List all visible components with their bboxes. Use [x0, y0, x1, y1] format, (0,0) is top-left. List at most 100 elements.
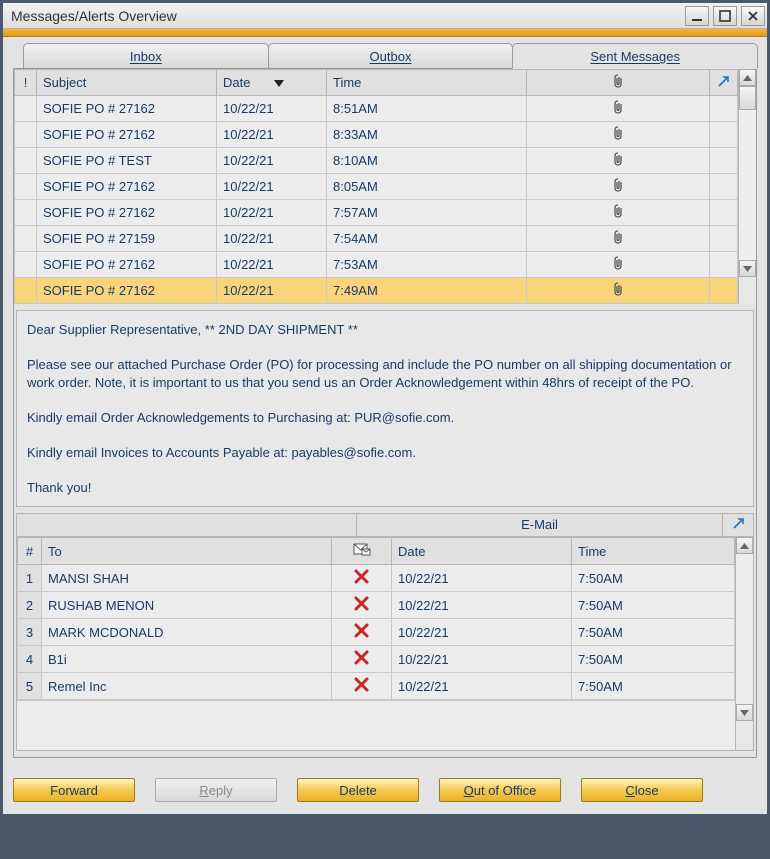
col-date[interactable]: Date [217, 70, 327, 96]
cell-pad [710, 174, 738, 200]
cell-date: 10/22/21 [392, 565, 572, 592]
cell-time: 7:50AM [572, 592, 735, 619]
cell-pad [710, 252, 738, 278]
rcol-time[interactable]: Time [572, 538, 735, 565]
attachment-icon [612, 256, 624, 270]
cell-attachment [527, 174, 710, 200]
tab-outbox-label: Outbox [370, 49, 412, 64]
error-x-icon [354, 650, 369, 668]
cell-priority [15, 200, 37, 226]
cell-time: 7:50AM [572, 673, 735, 700]
preview-line: Kindly email Order Acknowledgements to P… [27, 409, 743, 427]
attachment-icon [612, 204, 624, 218]
tab-inbox[interactable]: Inbox [23, 43, 269, 68]
table-row[interactable]: SOFIE PO # 2716210/22/217:53AM [15, 252, 738, 278]
table-row[interactable]: 4B1i10/22/217:50AM [18, 646, 735, 673]
scroll-up-icon[interactable] [736, 537, 753, 554]
table-row[interactable]: SOFIE PO # 2716210/22/217:57AM [15, 200, 738, 226]
cell-subject: SOFIE PO # 27162 [37, 278, 217, 304]
cell-subject: SOFIE PO # 27162 [37, 252, 217, 278]
preview-line: Kindly email Invoices to Accounts Payabl… [27, 444, 743, 462]
tab-sent[interactable]: Sent Messages [512, 43, 758, 69]
tab-sent-label: Sent Messages [590, 49, 680, 64]
cell-pad [710, 278, 738, 304]
table-row[interactable]: 5Remel Inc10/22/217:50AM [18, 673, 735, 700]
cell-rownum: 2 [18, 592, 42, 619]
cell-priority [15, 174, 37, 200]
cell-time: 8:51AM [327, 96, 527, 122]
cell-subject: SOFIE PO # 27162 [37, 174, 217, 200]
rcol-status[interactable] [332, 538, 392, 565]
cell-attachment [527, 96, 710, 122]
cell-time: 7:49AM [327, 278, 527, 304]
cell-date: 10/22/21 [392, 619, 572, 646]
cell-priority [15, 278, 37, 304]
sort-desc-icon [274, 80, 284, 87]
scroll-up-icon[interactable] [739, 69, 756, 86]
cell-to: Remel Inc [42, 673, 332, 700]
table-row[interactable]: SOFIE PO # 2715910/22/217:54AM [15, 226, 738, 252]
cell-date: 10/22/21 [217, 200, 327, 226]
scroll-down-icon[interactable] [736, 704, 753, 721]
error-x-icon [354, 677, 369, 695]
table-row[interactable]: SOFIE PO # 2716210/22/218:05AM [15, 174, 738, 200]
table-row[interactable]: SOFIE PO # 2716210/22/217:49AM [15, 278, 738, 304]
button-bar: Forward Reply Delete Out of Office Close [3, 768, 767, 814]
col-time[interactable]: Time [327, 70, 527, 96]
recipients-section: E-Mail # To [16, 513, 754, 751]
cell-priority [15, 122, 37, 148]
cell-date: 10/22/21 [217, 226, 327, 252]
table-row[interactable]: SOFIE PO # TEST10/22/218:10AM [15, 148, 738, 174]
messages-alerts-window: Messages/Alerts Overview Inbox Outbox Se… [2, 2, 768, 815]
cell-attachment [527, 148, 710, 174]
close-button[interactable]: Close [581, 778, 703, 802]
titlebar: Messages/Alerts Overview [3, 3, 767, 29]
recip-email-header: E-Mail [357, 514, 723, 536]
cell-subject: SOFIE PO # 27162 [37, 200, 217, 226]
scroll-down-icon[interactable] [739, 260, 756, 277]
rcol-num[interactable]: # [18, 538, 42, 565]
col-expand[interactable] [710, 70, 738, 96]
error-x-icon [354, 623, 369, 641]
table-row[interactable]: SOFIE PO # 2716210/22/218:51AM [15, 96, 738, 122]
table-row[interactable]: 2RUSHAB MENON10/22/217:50AM [18, 592, 735, 619]
cell-attachment [527, 278, 710, 304]
attachment-icon [612, 152, 624, 166]
maximize-button[interactable] [713, 6, 737, 26]
cell-time: 7:54AM [327, 226, 527, 252]
message-preview: Dear Supplier Representative, ** 2ND DAY… [16, 310, 754, 507]
delete-button[interactable]: Delete [297, 778, 419, 802]
col-attachment[interactable] [527, 70, 710, 96]
cell-status [332, 646, 392, 673]
table-row[interactable]: SOFIE PO # 2716210/22/218:33AM [15, 122, 738, 148]
tab-outbox[interactable]: Outbox [268, 43, 514, 68]
table-row[interactable]: 3MARK MCDONALD10/22/217:50AM [18, 619, 735, 646]
rcol-date[interactable]: Date [392, 538, 572, 565]
cell-date: 10/22/21 [217, 252, 327, 278]
cell-date: 10/22/21 [392, 673, 572, 700]
col-priority[interactable]: ! [15, 70, 37, 96]
scroll-thumb[interactable] [739, 86, 756, 110]
recip-expand[interactable] [723, 514, 753, 536]
cell-rownum: 1 [18, 565, 42, 592]
forward-button[interactable]: Forward [13, 778, 135, 802]
cell-time: 7:53AM [327, 252, 527, 278]
error-x-icon [354, 569, 369, 587]
close-window-button[interactable] [741, 6, 765, 26]
accent-stripe [3, 29, 767, 37]
cell-pad [710, 122, 738, 148]
scroll-track[interactable] [736, 554, 753, 704]
out-of-office-button[interactable]: Out of Office [439, 778, 561, 802]
table-row[interactable]: 1MANSI SHAH10/22/217:50AM [18, 565, 735, 592]
cell-subject: SOFIE PO # 27159 [37, 226, 217, 252]
cell-time: 8:10AM [327, 148, 527, 174]
messages-scrollbar[interactable] [738, 69, 756, 304]
cell-time: 7:57AM [327, 200, 527, 226]
recipients-scrollbar[interactable] [735, 537, 753, 750]
minimize-button[interactable] [685, 6, 709, 26]
col-subject[interactable]: Subject [37, 70, 217, 96]
rcol-to[interactable]: To [42, 538, 332, 565]
cell-status [332, 592, 392, 619]
scroll-track[interactable] [739, 110, 756, 260]
cell-status [332, 619, 392, 646]
